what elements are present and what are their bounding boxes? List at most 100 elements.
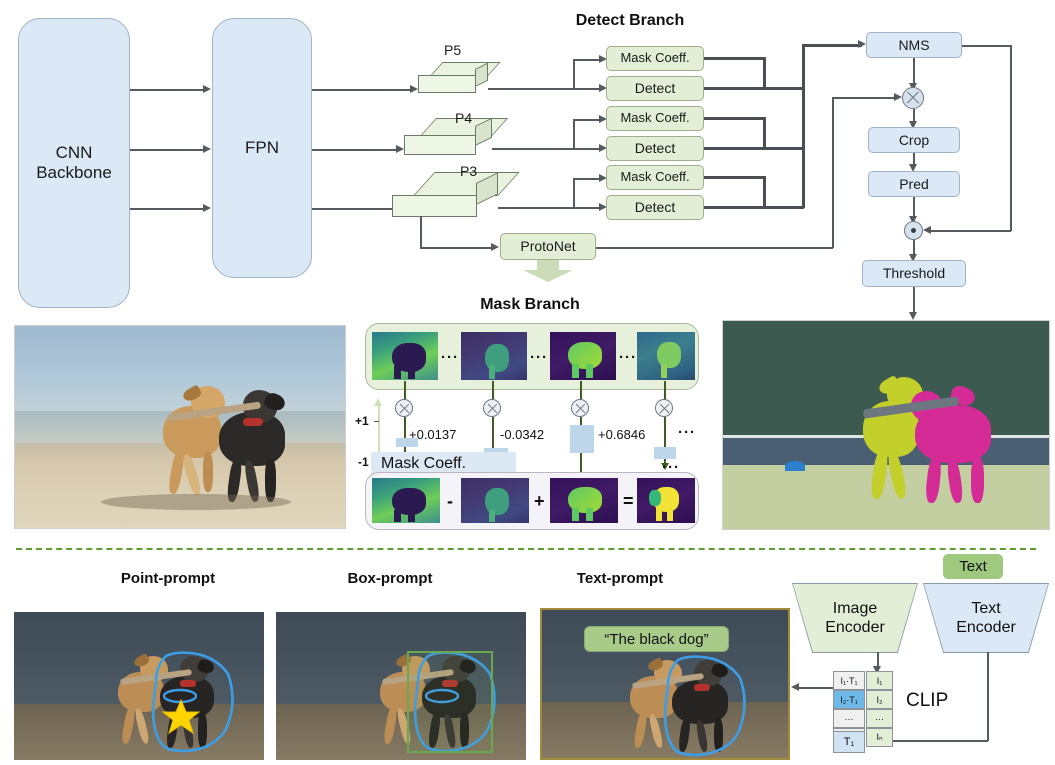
prototype-ellipsis-2: ··· bbox=[530, 349, 548, 366]
edge-mc1-down bbox=[763, 57, 766, 87]
image-feature-cell-1: I₁ bbox=[866, 671, 893, 690]
box-prompt-bounding-box[interactable] bbox=[407, 651, 493, 753]
result-map-3 bbox=[550, 478, 618, 523]
proto2-down-line bbox=[492, 381, 494, 401]
image-encoder-label-2: Encoder bbox=[825, 619, 885, 636]
result-operator-equals: = bbox=[623, 491, 634, 511]
cnn-backbone-label-1: CNN bbox=[55, 143, 93, 163]
text-prompt-query-label: “The black dog” bbox=[604, 630, 709, 648]
prototype-map-4 bbox=[637, 332, 695, 380]
proto4-down-line bbox=[664, 381, 666, 401]
edge-protonet-right bbox=[596, 247, 833, 249]
coefficient-op-3 bbox=[571, 399, 589, 417]
cnn-backbone-node: CNN Backbone bbox=[18, 18, 130, 308]
detect-branch-heading: Detect Branch bbox=[575, 12, 685, 29]
coefficient-label-1: +0.0137 bbox=[409, 427, 457, 442]
similarity-cell-2-label: I₂·T₁ bbox=[840, 694, 858, 705]
coefficient-op-2 bbox=[483, 399, 501, 417]
coefficient-bar-3 bbox=[570, 425, 594, 453]
section-divider bbox=[16, 548, 1036, 550]
edge-threshold-result bbox=[913, 287, 915, 315]
fpn-label: FPN bbox=[245, 138, 279, 158]
arrowhead-threshold-result bbox=[909, 312, 917, 320]
similarity-cell-3: ··· bbox=[833, 709, 865, 728]
axis-tick-minus1: -1 bbox=[358, 455, 369, 469]
similarity-cell-1: I₁·T₁ bbox=[833, 671, 865, 690]
arrowhead-protonet-mul bbox=[894, 93, 902, 101]
edge-nms-bypass-bottom bbox=[930, 230, 1011, 232]
text-feature-cell: T₁ bbox=[833, 731, 865, 753]
edge-p4-to-detect bbox=[573, 148, 600, 150]
edge-p3-to-detect bbox=[573, 207, 600, 209]
edge-p5-to-detect bbox=[573, 88, 600, 90]
p3-front-face bbox=[392, 195, 477, 217]
protonet-label: ProtoNet bbox=[520, 238, 576, 255]
pred-node: Pred bbox=[868, 171, 960, 197]
edge-p3-branch-up bbox=[573, 178, 575, 208]
edge-fpn-p4 bbox=[312, 149, 398, 151]
edge-mc3-down bbox=[763, 176, 766, 206]
feature-slab-p3 bbox=[392, 172, 520, 220]
clip-label: CLIP bbox=[906, 690, 949, 711]
edge-clip-to-image bbox=[798, 687, 834, 689]
edge-p4-to-maskcoeff bbox=[573, 119, 600, 121]
text-prompt-query-chip: “The black dog” bbox=[584, 626, 729, 652]
axis-tick-plus1: +1 bbox=[355, 414, 369, 428]
edge-cnn-fpn-2 bbox=[130, 149, 204, 151]
cnn-backbone-label-2: Backbone bbox=[36, 163, 112, 182]
head-mask-coeff-1: Mask Coeff. bbox=[606, 46, 704, 71]
crop-label: Crop bbox=[898, 131, 930, 148]
text-prompt-image: “The black dog” bbox=[540, 608, 790, 760]
segmentation-output-image bbox=[722, 320, 1050, 530]
head-detect-2-label: Detect bbox=[634, 140, 676, 157]
image-feature-cell-2: I₂ bbox=[866, 690, 893, 709]
edge-protonet-up bbox=[832, 97, 834, 248]
proto1-down-line bbox=[404, 381, 406, 401]
image-feature-cell-3: ··· bbox=[866, 709, 893, 728]
coefficient-bar-4 bbox=[654, 447, 676, 459]
box-prompt-image bbox=[276, 612, 526, 760]
fpn-node: FPN bbox=[212, 18, 312, 278]
coefficient-op-4 bbox=[655, 399, 673, 417]
feature-slab-p5 bbox=[418, 62, 501, 96]
p4-front-face bbox=[404, 135, 476, 155]
edge-text-encoder-down bbox=[987, 652, 989, 741]
edge-mc2-out bbox=[704, 117, 764, 120]
input-image bbox=[14, 325, 346, 529]
edge-p5-head bbox=[488, 88, 574, 90]
result-operator-minus: - bbox=[447, 491, 453, 511]
edge-protonet-to-mul bbox=[832, 97, 898, 99]
head-mask-coeff-3: Mask Coeff. bbox=[606, 165, 704, 190]
text-feature-cell-label: T₁ bbox=[843, 736, 855, 748]
result-operator-plus: + bbox=[534, 491, 545, 511]
edge-nms-bypass-v bbox=[1010, 45, 1012, 231]
threshold-node: Threshold bbox=[862, 260, 966, 287]
p5-front-face bbox=[418, 75, 476, 93]
image-feature-cell-4-label: Iₙ bbox=[876, 732, 883, 742]
edge-mc3-out bbox=[704, 176, 764, 179]
detect-bus-vertical bbox=[802, 44, 805, 208]
p5-top-face bbox=[430, 62, 501, 76]
head-detect-3: Detect bbox=[606, 195, 704, 220]
edge-bus-to-nms bbox=[802, 44, 862, 47]
image-feature-cell-1-label: I₁ bbox=[876, 675, 883, 686]
edge-det2-out bbox=[704, 147, 804, 150]
input-dog-collar bbox=[243, 418, 263, 426]
multiply-glyph bbox=[905, 90, 921, 106]
dot-glyph bbox=[911, 228, 916, 233]
text-encoder-node: Text Encoder bbox=[924, 584, 1048, 652]
similarity-cell-1-label: I₁·T₁ bbox=[840, 675, 858, 686]
arrowhead-p3-protonet bbox=[491, 243, 499, 251]
arrowhead-bus-nms bbox=[858, 40, 866, 48]
output-blue-object bbox=[785, 461, 805, 471]
edge-p5-to-maskcoeff bbox=[573, 59, 600, 61]
input-shadow bbox=[101, 494, 291, 510]
arrowhead-clip-to-image bbox=[791, 683, 799, 691]
point-prompt-star-icon[interactable] bbox=[14, 612, 264, 760]
edge-p4-branch-up bbox=[573, 119, 575, 149]
edge-mc1-out bbox=[704, 57, 764, 60]
edge-p3-protonet-v bbox=[420, 216, 422, 248]
arrowhead-cnn-fpn-3 bbox=[203, 204, 211, 212]
mask-branch-heading: Mask Branch bbox=[480, 296, 580, 313]
edge-cnn-fpn-1 bbox=[130, 89, 204, 91]
